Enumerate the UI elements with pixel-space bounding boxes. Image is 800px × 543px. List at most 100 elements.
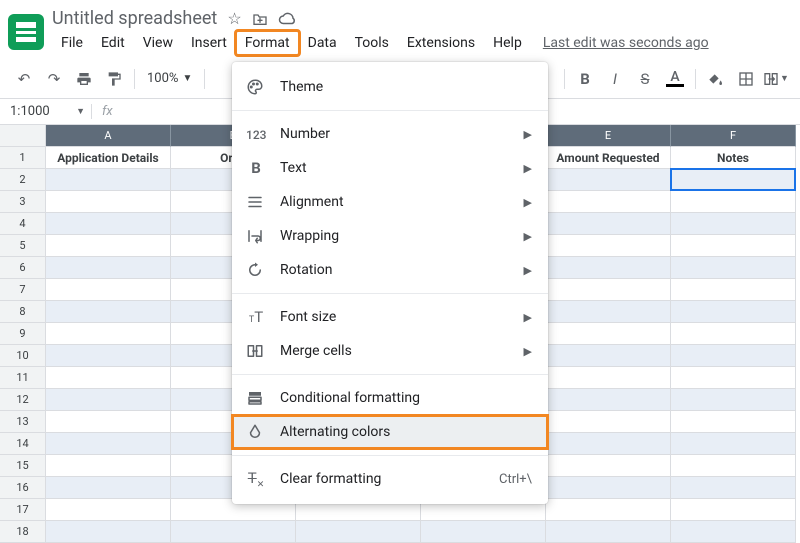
row-header[interactable]: 10 [0,345,46,367]
column-header[interactable]: A [46,125,171,147]
cell[interactable] [671,279,796,301]
cell[interactable] [671,367,796,389]
cell[interactable] [546,191,671,213]
format-menu-wrapping[interactable]: Wrapping▶ [232,219,548,253]
format-menu-theme[interactable]: Theme [232,70,548,104]
menu-help[interactable]: Help [484,31,531,55]
format-menu-merge-cells[interactable]: Merge cells▶ [232,334,548,368]
cell[interactable] [671,345,796,367]
cell[interactable]: Application Details [46,147,171,169]
cell[interactable] [546,257,671,279]
cell[interactable] [671,213,796,235]
cell[interactable] [546,301,671,323]
format-menu-clear-formatting[interactable]: T✕Clear formattingCtrl+\ [232,462,548,496]
merge-button[interactable]: ▼ [762,65,790,93]
row-header[interactable]: 7 [0,279,46,301]
cell[interactable]: Amount Requested [546,147,671,169]
cell[interactable] [46,411,171,433]
cell[interactable] [46,521,171,543]
cell[interactable] [671,235,796,257]
format-menu-rotation[interactable]: Rotation▶ [232,253,548,287]
cell[interactable] [671,433,796,455]
row-header[interactable]: 9 [0,323,46,345]
column-header[interactable]: E [546,125,671,147]
format-menu-alternating-colors[interactable]: Alternating colors [232,415,548,449]
cell[interactable] [546,279,671,301]
column-header[interactable]: F [671,125,796,147]
format-menu-alignment[interactable]: Alignment▶ [232,185,548,219]
sheets-logo[interactable] [8,14,44,50]
cell[interactable] [46,323,171,345]
cell[interactable] [546,213,671,235]
cell[interactable] [671,169,796,191]
row-header[interactable]: 13 [0,411,46,433]
row-header[interactable]: 5 [0,235,46,257]
row-header[interactable]: 1 [0,147,46,169]
name-box[interactable]: 1:1000 ▼ [0,104,92,119]
cell[interactable] [46,191,171,213]
menu-file[interactable]: File [52,31,92,55]
cell[interactable] [296,521,421,543]
menu-format[interactable]: Format [236,31,299,55]
cell[interactable] [46,455,171,477]
select-all-corner[interactable] [0,125,46,147]
move-icon[interactable] [252,12,268,26]
cell[interactable] [671,477,796,499]
cell[interactable] [671,191,796,213]
cell[interactable] [546,235,671,257]
cell[interactable] [546,455,671,477]
row-header[interactable]: 15 [0,455,46,477]
cell[interactable] [671,323,796,345]
print-button[interactable] [70,65,98,93]
row-header[interactable]: 6 [0,257,46,279]
strike-button[interactable]: S [631,65,659,93]
cell[interactable] [546,345,671,367]
fill-color-button[interactable] [702,65,730,93]
row-header[interactable]: 17 [0,499,46,521]
cell[interactable] [546,367,671,389]
cell[interactable] [671,455,796,477]
cloud-status-icon[interactable] [278,12,296,26]
menu-tools[interactable]: Tools [346,31,398,55]
cell[interactable] [671,499,796,521]
cell[interactable] [671,389,796,411]
text-color-button[interactable]: A [661,65,689,93]
cell[interactable] [46,477,171,499]
format-menu-conditional-formatting[interactable]: Conditional formatting [232,381,548,415]
cell[interactable] [546,169,671,191]
doc-name[interactable]: Untitled spreadsheet [52,8,217,29]
cell[interactable] [546,499,671,521]
cell[interactable] [46,301,171,323]
last-edit-link[interactable]: Last edit was seconds ago [543,35,709,51]
row-header[interactable]: 3 [0,191,46,213]
cell[interactable]: Notes [671,147,796,169]
row-header[interactable]: 8 [0,301,46,323]
cell[interactable] [46,213,171,235]
cell[interactable] [546,477,671,499]
cell[interactable] [671,411,796,433]
menu-view[interactable]: View [134,31,182,55]
cell[interactable] [671,521,796,543]
cell[interactable] [546,433,671,455]
undo-button[interactable]: ↶ [10,65,38,93]
menu-insert[interactable]: Insert [182,31,236,55]
format-menu-number[interactable]: 123Number▶ [232,117,548,151]
cell[interactable] [46,499,171,521]
cell[interactable] [46,169,171,191]
cell[interactable] [671,301,796,323]
cell[interactable] [171,521,296,543]
row-header[interactable]: 11 [0,367,46,389]
cell[interactable] [46,367,171,389]
star-icon[interactable]: ☆ [227,11,241,27]
cell[interactable] [546,521,671,543]
cell[interactable] [546,411,671,433]
row-header[interactable]: 4 [0,213,46,235]
format-menu-font-size[interactable]: TTFont size▶ [232,300,548,334]
redo-button[interactable]: ↷ [40,65,68,93]
cell[interactable] [546,389,671,411]
cell[interactable] [46,235,171,257]
row-header[interactable]: 12 [0,389,46,411]
zoom-select[interactable]: 100% ▼ [141,71,198,86]
bold-button[interactable]: B [571,65,599,93]
cell[interactable] [421,521,546,543]
